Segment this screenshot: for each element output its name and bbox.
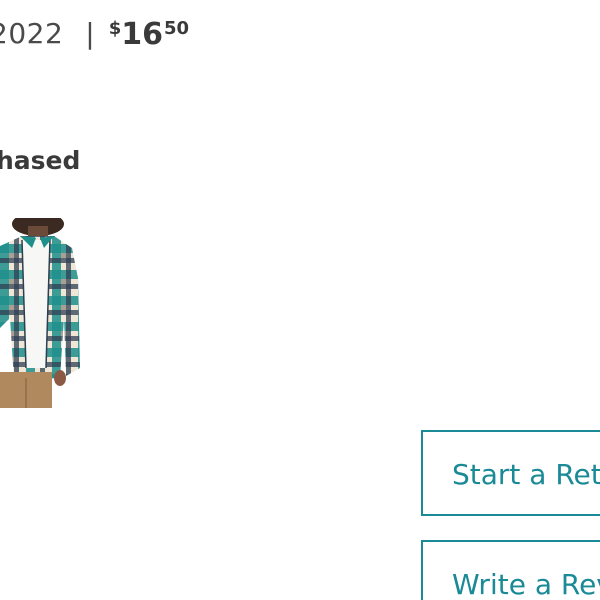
price-currency-symbol: $: [108, 18, 122, 39]
summary-divider: |: [85, 17, 95, 50]
product-image[interactable]: [0, 218, 82, 408]
price-dollars: 16: [121, 17, 163, 52]
start-return-button[interactable]: Start a Retu: [421, 430, 600, 516]
write-review-button[interactable]: Write a Revi: [421, 540, 600, 600]
item-price: $ 16 50: [109, 14, 189, 56]
plaid-shirt-illustration: [0, 218, 82, 408]
order-item-card: 2022 | $ 16 50 hased: [0, 0, 600, 600]
order-date: 2022: [0, 17, 64, 50]
price-cents: 50: [163, 18, 190, 39]
order-status: hased: [0, 146, 81, 175]
order-summary: 2022 | $ 16 50: [0, 14, 189, 56]
